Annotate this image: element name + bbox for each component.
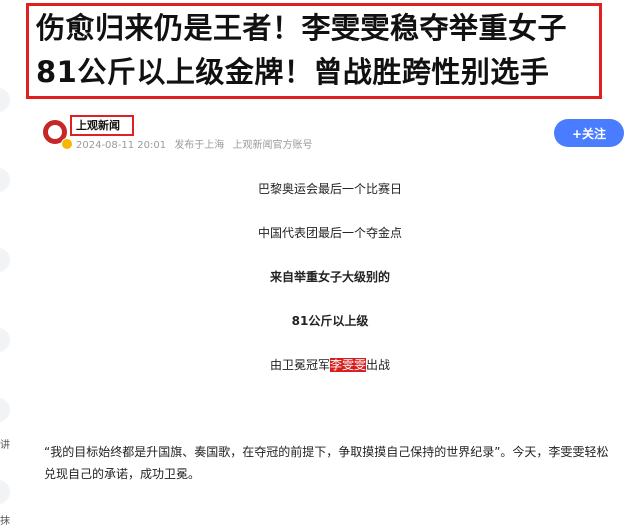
rail-label-2: 抹 xyxy=(0,516,10,527)
follow-button[interactable]: +关注 xyxy=(554,119,624,147)
body-line-5: 由卫冕冠军李雯雯出战 xyxy=(0,356,640,373)
body-line-5-before: 由卫冕冠军 xyxy=(269,358,330,372)
body-line-4: 81公斤以上级 xyxy=(291,314,369,328)
publish-date: 2024-08-11 20:01 xyxy=(76,140,167,151)
rail-label-1: 讲 xyxy=(0,440,10,451)
body-line-2: 中国代表团最后一个夺金点 xyxy=(257,226,402,240)
source-name[interactable]: 上观新闻 xyxy=(76,117,120,133)
article-meta: 2024-08-11 20:01 发布于上海 上观新闻官方账号 xyxy=(76,136,318,151)
collect-icon[interactable] xyxy=(0,328,10,352)
article-headline: 伤愈归来仍是王者！李雯雯稳夺举重女子 81公斤以上级金牌！曾战胜跨性别选手 xyxy=(36,6,606,94)
headline-line-1: 伤愈归来仍是王者！李雯雯稳夺举重女子 xyxy=(36,11,568,45)
quote-paragraph: “我的目标始终都是升国旗、奏国歌，在夺冠的前提下，争取摸摸自己保持的世界纪录”。… xyxy=(44,445,609,481)
body-line-5-after: 出战 xyxy=(366,358,391,372)
athlete-name-highlight: 李雯雯 xyxy=(329,358,366,372)
left-share-rail: 讲 抹 xyxy=(0,0,14,529)
account-type: 上观新闻官方账号 xyxy=(232,140,313,151)
headline-line-2: 81公斤以上级金牌！曾战胜跨性别选手 xyxy=(36,55,550,89)
share-icon[interactable] xyxy=(0,88,10,112)
more-icon[interactable] xyxy=(0,398,10,422)
weibo-icon[interactable] xyxy=(0,480,10,504)
publish-location: 发布于上海 xyxy=(174,140,225,151)
body-line-3: 来自举重女子大级别的 xyxy=(269,270,390,284)
verified-badge-icon xyxy=(61,138,73,150)
body-line-1: 巴黎奥运会最后一个比赛日 xyxy=(257,182,402,196)
